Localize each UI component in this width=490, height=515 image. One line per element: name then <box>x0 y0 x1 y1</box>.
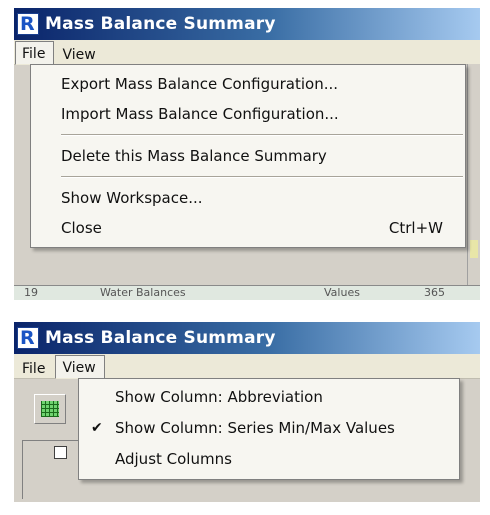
menu-item-show-series-minmax[interactable]: ✔ Show Column: Series Min/Max Values <box>79 413 459 444</box>
menu-item-adjust-columns[interactable]: Adjust Columns <box>79 444 459 475</box>
menu-item-show-abbreviation[interactable]: Show Column: Abbreviation <box>79 382 459 413</box>
menu-separator <box>61 134 463 136</box>
menu-bar: File View <box>14 354 480 379</box>
app-icon: R <box>17 327 39 349</box>
app-icon: R <box>17 13 39 35</box>
background-panel <box>467 64 480 300</box>
file-menu-dropdown: Export Mass Balance Configuration... Imp… <box>30 64 466 248</box>
window-title: Mass Balance Summary <box>45 328 276 348</box>
menu-bar: File View <box>14 40 480 65</box>
menu-item-delete-summary[interactable]: Delete this Mass Balance Summary <box>31 141 465 171</box>
menu-view[interactable]: View <box>55 42 104 63</box>
shortcut-label: Ctrl+W <box>388 219 443 237</box>
option-checkbox[interactable] <box>54 446 67 459</box>
checkmark-icon: ✔ <box>91 420 103 436</box>
menu-item-export-config[interactable]: Export Mass Balance Configuration... <box>31 69 465 99</box>
grid-icon <box>41 401 59 417</box>
table-view-button[interactable] <box>34 394 66 424</box>
menu-separator <box>61 176 463 178</box>
menu-item-show-workspace[interactable]: Show Workspace... <box>31 183 465 213</box>
menu-file[interactable]: File <box>15 40 55 65</box>
window-view-menu: R Mass Balance Summary File View Show Co… <box>14 322 480 502</box>
view-menu-dropdown: Show Column: Abbreviation ✔ Show Column:… <box>78 378 460 480</box>
menu-item-import-config[interactable]: Import Mass Balance Configuration... <box>31 99 465 129</box>
menu-view[interactable]: View <box>55 354 105 379</box>
menu-item-close[interactable]: Close Ctrl+W <box>31 213 465 243</box>
background-table-row: 19 Water Balances Values 365 <box>14 285 480 300</box>
window-title: Mass Balance Summary <box>45 14 276 34</box>
window-file-menu: R Mass Balance Summary File View 19 Wate… <box>14 8 480 300</box>
background-highlight <box>470 240 478 258</box>
menu-file[interactable]: File <box>15 356 54 377</box>
title-bar: R Mass Balance Summary <box>14 322 480 354</box>
title-bar: R Mass Balance Summary <box>14 8 480 40</box>
